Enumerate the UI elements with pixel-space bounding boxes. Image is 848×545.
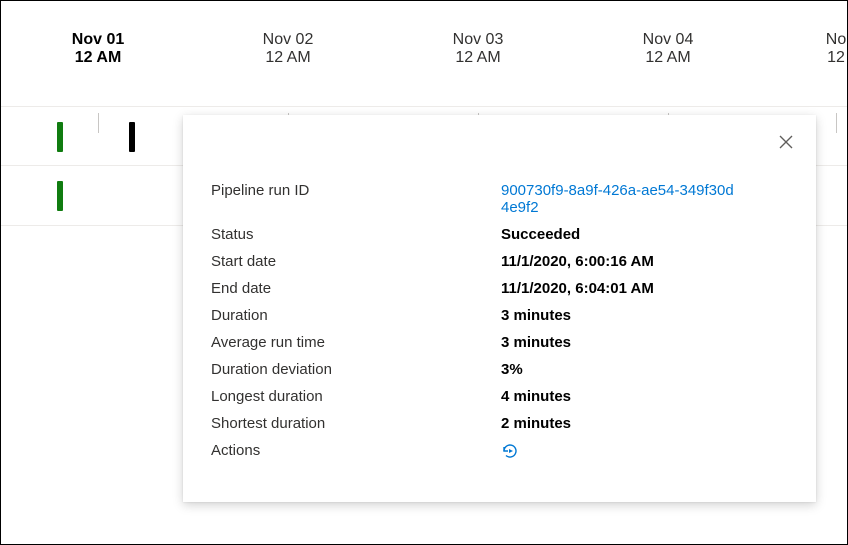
tick-time: 12 AM [248, 49, 328, 67]
pipeline-detail-panel: Pipeline run ID 900730f9-8a9f-426a-ae54-… [183, 115, 816, 502]
timeline-header: Nov 0112 AMNov 0212 AMNov 0312 AMNov 041… [1, 1, 847, 106]
value-longest-duration: 4 minutes [501, 388, 788, 405]
tick-time: 12 AM [628, 49, 708, 67]
close-icon [779, 135, 793, 152]
value-shortest-duration: 2 minutes [501, 415, 788, 432]
value-average-run-time: 3 minutes [501, 334, 788, 351]
label-duration-deviation: Duration deviation [211, 361, 501, 378]
tick-date: Nov 03 [438, 31, 518, 49]
rerun-button[interactable] [501, 442, 519, 464]
label-start-date: Start date [211, 253, 501, 270]
detail-row-average-run-time: Average run time 3 minutes [211, 334, 788, 351]
timeline-tick: Nov 0212 AM [248, 31, 328, 67]
detail-row-shortest-duration: Shortest duration 2 minutes [211, 415, 788, 432]
value-duration: 3 minutes [501, 307, 788, 324]
label-duration: Duration [211, 307, 501, 324]
value-end-date: 11/1/2020, 6:04:01 AM [501, 280, 788, 297]
tick-date: No [796, 31, 848, 49]
detail-row-longest-duration: Longest duration 4 minutes [211, 388, 788, 405]
tick-date: Nov 04 [628, 31, 708, 49]
tick-date: Nov 01 [58, 31, 138, 49]
gantt-bar[interactable] [57, 181, 63, 211]
timeline-tick: Nov 0312 AM [438, 31, 518, 67]
tick-date: Nov 02 [248, 31, 328, 49]
value-start-date: 11/1/2020, 6:00:16 AM [501, 253, 788, 270]
label-longest-duration: Longest duration [211, 388, 501, 405]
timeline-tick: Nov 0412 AM [628, 31, 708, 67]
timeline-tick: Nov 0112 AM [58, 31, 138, 67]
rerun-icon [501, 442, 519, 464]
label-average-run-time: Average run time [211, 334, 501, 351]
tick-time: 12 AM [58, 49, 138, 67]
label-end-date: End date [211, 280, 501, 297]
tick-time: 12 AM [438, 49, 518, 67]
tick-time: 12 [796, 49, 848, 67]
detail-row-pipeline-run-id: Pipeline run ID 900730f9-8a9f-426a-ae54-… [211, 182, 788, 216]
value-actions [501, 442, 788, 464]
detail-row-status: Status Succeeded [211, 226, 788, 243]
close-button[interactable] [774, 131, 798, 155]
detail-row-actions: Actions [211, 442, 788, 464]
value-pipeline-run-id[interactable]: 900730f9-8a9f-426a-ae54-349f30d4e9f2 [501, 182, 741, 216]
value-duration-deviation: 3% [501, 361, 788, 378]
detail-row-start-date: Start date 11/1/2020, 6:00:16 AM [211, 253, 788, 270]
label-pipeline-run-id: Pipeline run ID [211, 182, 501, 199]
gantt-bar[interactable] [57, 122, 63, 152]
detail-row-duration: Duration 3 minutes [211, 307, 788, 324]
timeline-tick: No12 [796, 31, 848, 67]
detail-row-end-date: End date 11/1/2020, 6:04:01 AM [211, 280, 788, 297]
label-actions: Actions [211, 442, 501, 459]
label-status: Status [211, 226, 501, 243]
label-shortest-duration: Shortest duration [211, 415, 501, 432]
value-status: Succeeded [501, 226, 788, 243]
detail-row-duration-deviation: Duration deviation 3% [211, 361, 788, 378]
gantt-bar[interactable] [129, 122, 135, 152]
detail-rows: Pipeline run ID 900730f9-8a9f-426a-ae54-… [211, 182, 788, 464]
